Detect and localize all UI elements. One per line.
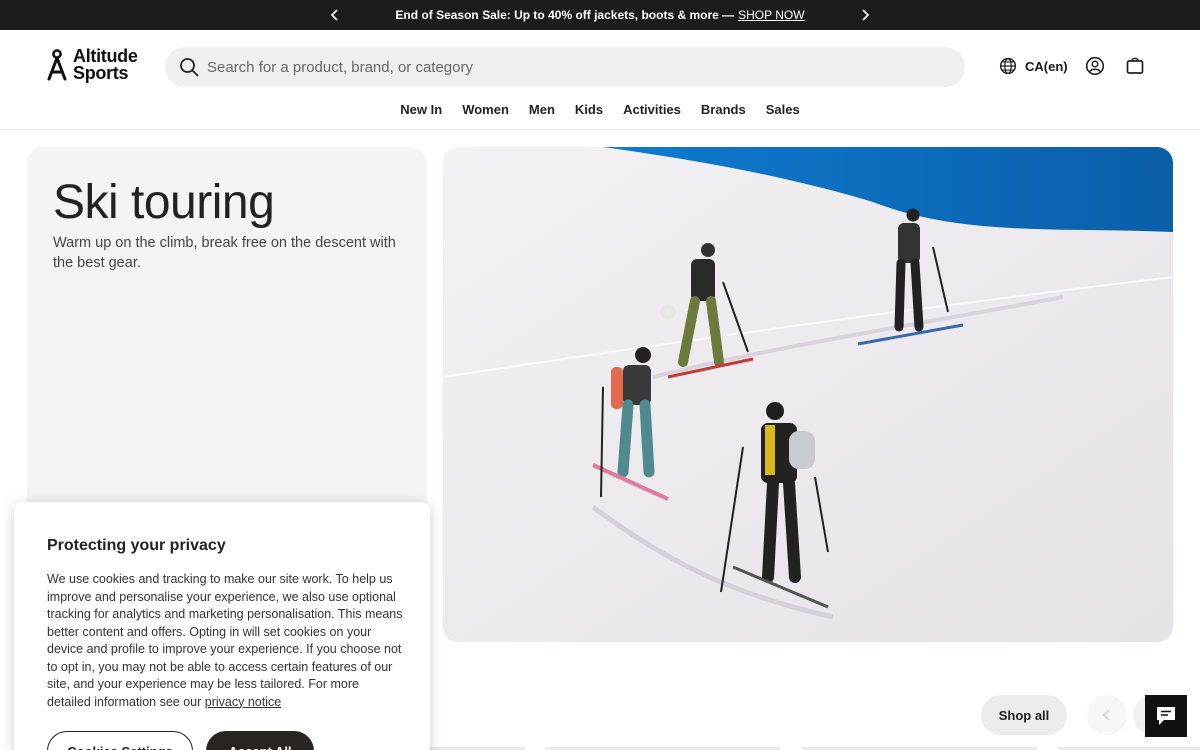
- search-input[interactable]: [207, 58, 907, 76]
- carousel-prev-button[interactable]: [1087, 695, 1127, 735]
- chat-button[interactable]: [1145, 695, 1187, 737]
- brand-wordmark: Altitude Sports: [73, 47, 138, 83]
- search-icon[interactable]: [179, 57, 199, 77]
- chevron-left-icon[interactable]: [327, 7, 343, 23]
- nav-item-activities[interactable]: Activities: [623, 102, 681, 117]
- nav-item-brands[interactable]: Brands: [701, 102, 746, 117]
- user-icon[interactable]: [1085, 56, 1105, 76]
- chevron-left-icon: [1102, 709, 1110, 721]
- chat-icon: [1157, 707, 1175, 725]
- site-header: Altitude Sports CA(en) New In Women Men …: [0, 30, 1200, 130]
- nav-item-sales[interactable]: Sales: [766, 102, 800, 117]
- logo-mark-icon: [47, 49, 67, 81]
- cookie-title: Protecting your privacy: [47, 537, 226, 554]
- cookie-body: We use cookies and tracking to make our …: [47, 571, 403, 711]
- locale-selector[interactable]: CA(en): [999, 57, 1068, 75]
- cookie-body-text: We use cookies and tracking to make our …: [47, 572, 403, 709]
- locale-label: CA(en): [1025, 58, 1068, 74]
- accept-all-button[interactable]: Accept All: [206, 731, 314, 750]
- ski-touring-illustration: [443, 147, 1173, 642]
- shop-now-link[interactable]: SHOP NOW: [738, 8, 804, 22]
- brand-logo[interactable]: Altitude Sports: [47, 47, 138, 83]
- hero-image-ski-touring[interactable]: [443, 147, 1173, 642]
- nav-item-men[interactable]: Men: [529, 102, 555, 117]
- nav-item-kids[interactable]: Kids: [575, 102, 603, 117]
- cookie-consent-panel: Protecting your privacy We use cookies a…: [14, 502, 430, 750]
- main-nav: New In Women Men Kids Activities Brands …: [0, 102, 1200, 117]
- globe-icon: [999, 57, 1017, 75]
- nav-item-new-in[interactable]: New In: [400, 102, 442, 117]
- privacy-notice-link[interactable]: privacy notice: [205, 695, 281, 709]
- announcement-text: End of Season Sale: Up to 40% off jacket…: [395, 8, 735, 22]
- shop-all-button[interactable]: Shop all: [981, 695, 1067, 735]
- cookies-settings-button[interactable]: Cookies Settings: [47, 731, 193, 750]
- hero-title: Ski touring: [53, 176, 275, 229]
- chevron-right-icon[interactable]: [857, 7, 873, 23]
- announcement-message: End of Season Sale: Up to 40% off jacket…: [395, 8, 804, 22]
- hero-subtitle: Warm up on the climb, break free on the …: [53, 235, 396, 271]
- brand-line-2: Sports: [73, 63, 129, 83]
- announcement-bar: End of Season Sale: Up to 40% off jacket…: [0, 0, 1200, 30]
- shopping-bag-icon[interactable]: [1125, 56, 1145, 76]
- nav-item-women[interactable]: Women: [462, 102, 509, 117]
- search-bar[interactable]: [165, 47, 965, 87]
